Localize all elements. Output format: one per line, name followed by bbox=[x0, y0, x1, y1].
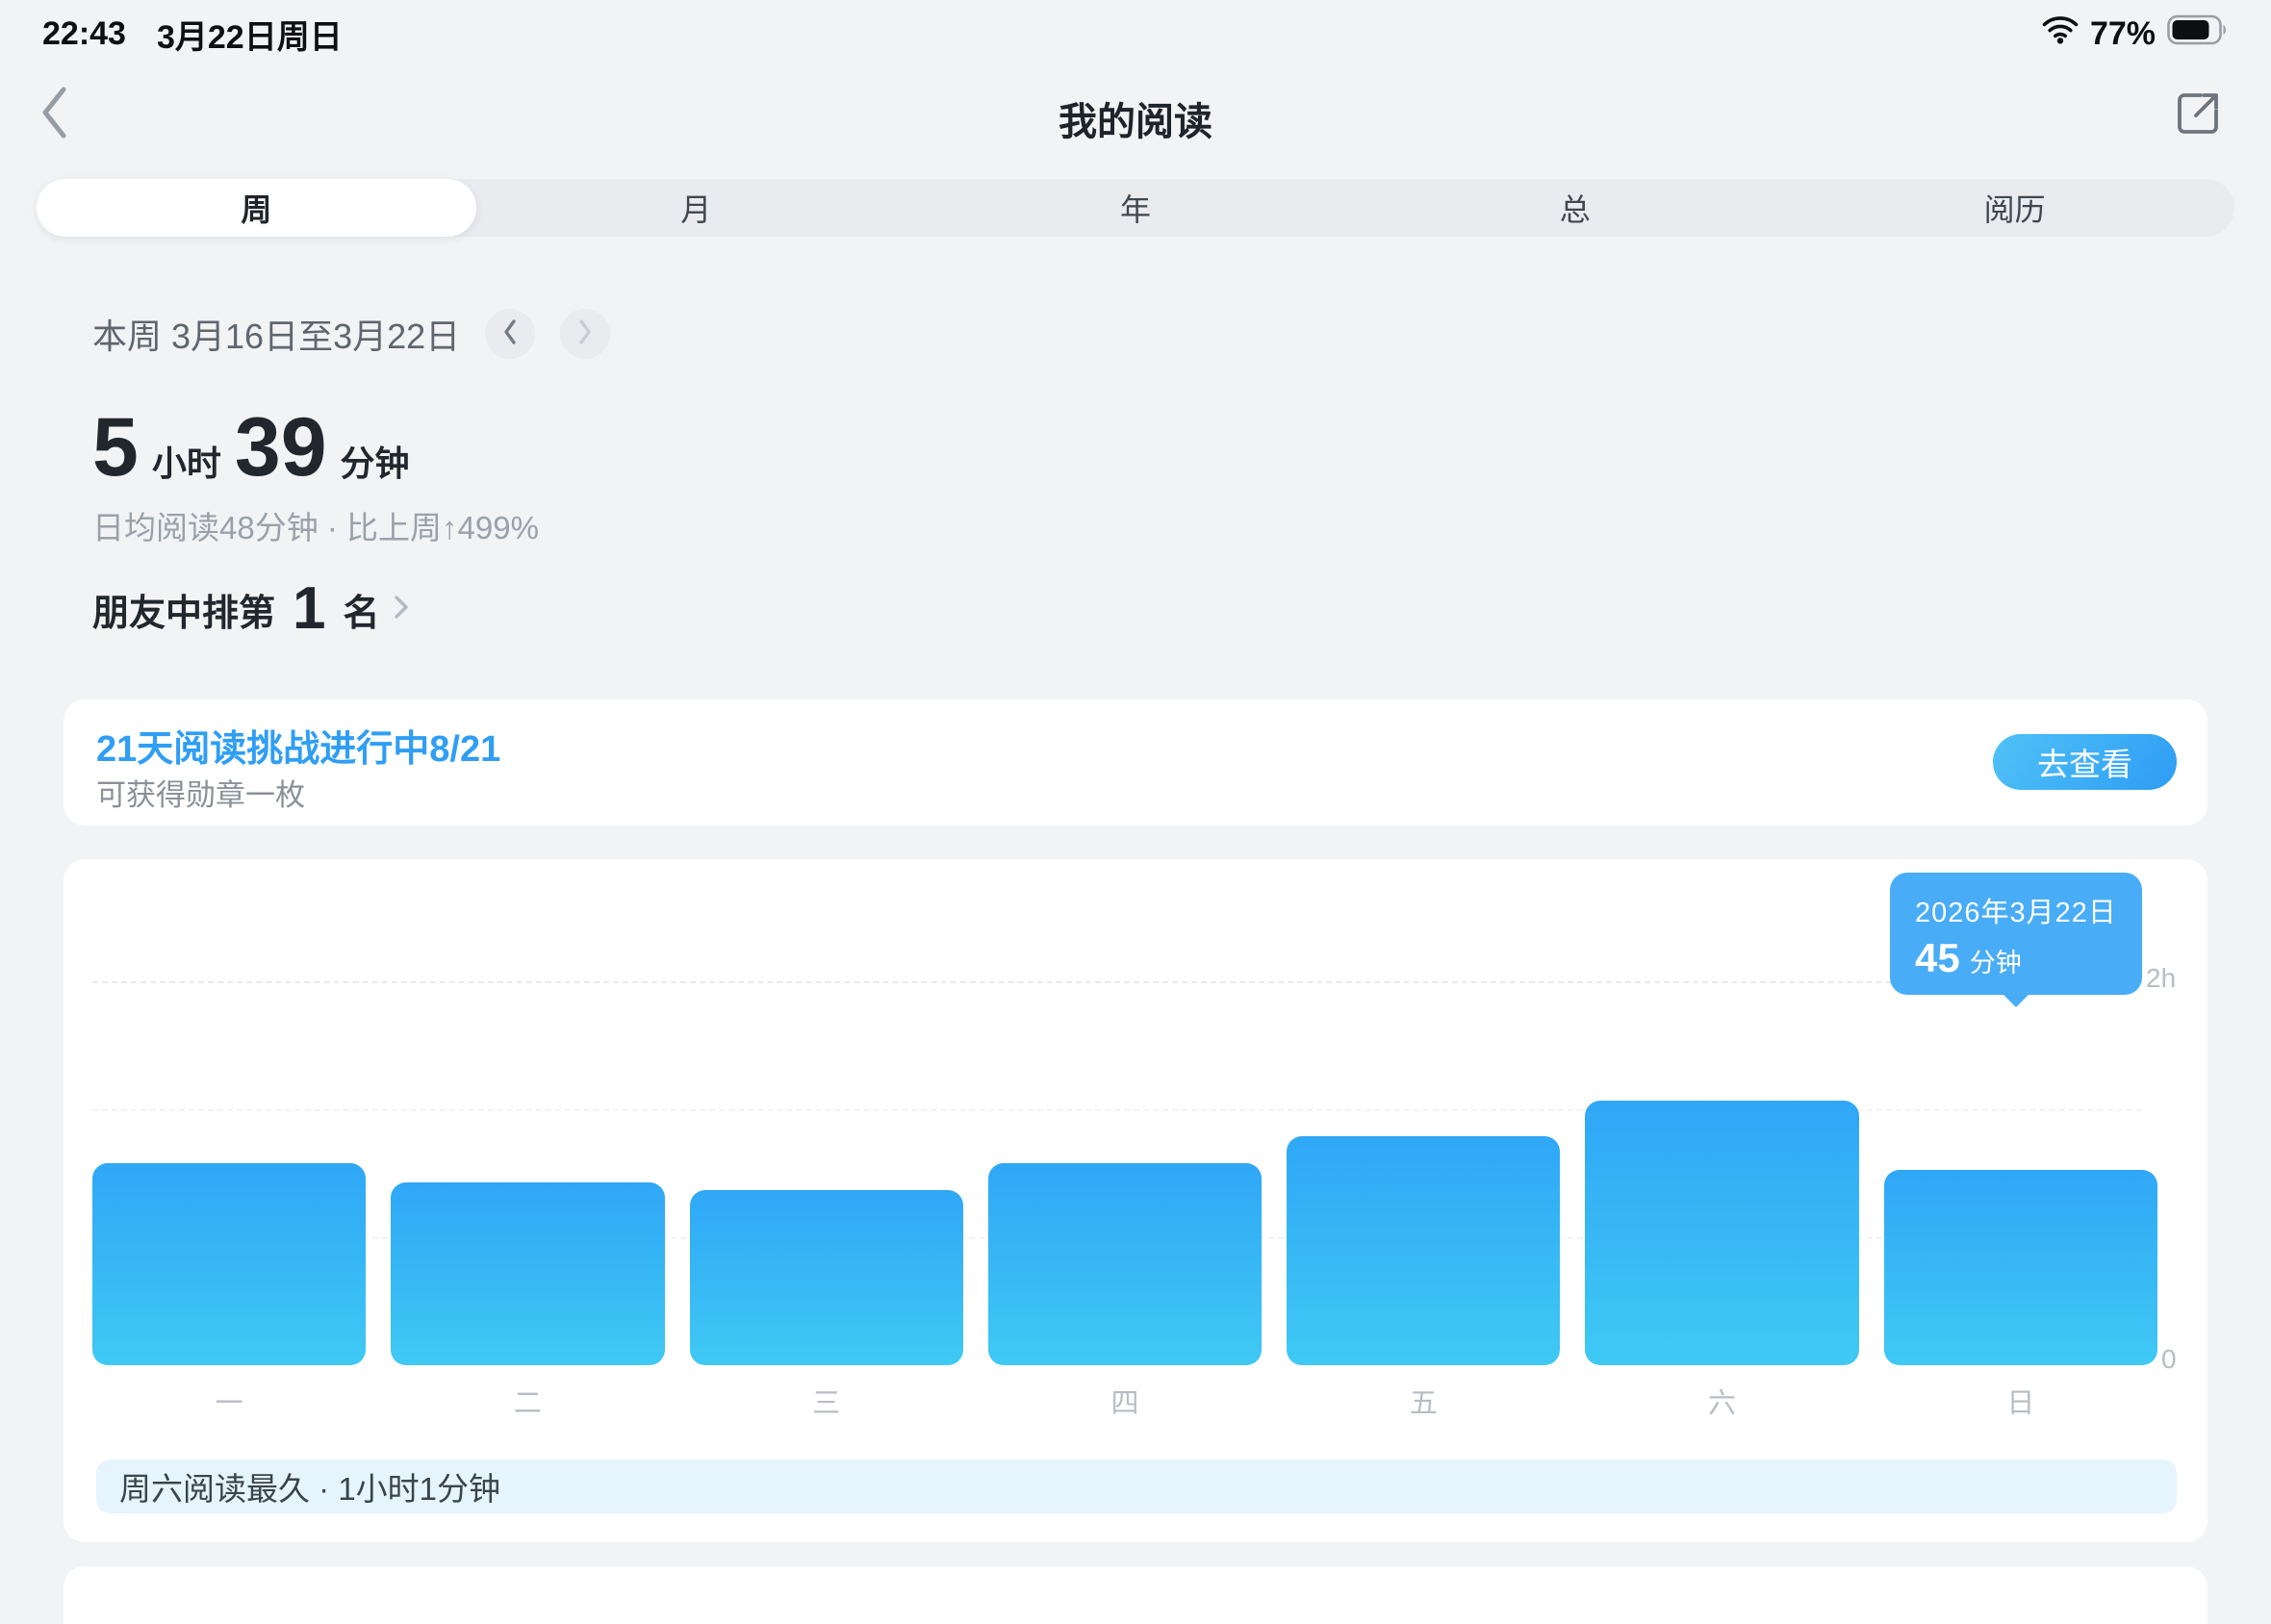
tab-bar: 周月年总阅历 bbox=[37, 179, 2234, 237]
challenge-title: 21天阅读挑战进行中8/21 bbox=[96, 719, 500, 772]
chart-day-label: 日 bbox=[1884, 1381, 2157, 1421]
view-button-label: 去查看 bbox=[2037, 739, 2132, 785]
tooltip-unit: 分钟 bbox=[1970, 942, 2022, 979]
chart-footnote: 周六阅读最久 · 1小时1分钟 bbox=[96, 1459, 2177, 1513]
rank-prefix: 朋友中排第 bbox=[92, 583, 275, 636]
chart-day-label: 二 bbox=[391, 1381, 664, 1421]
tab-year[interactable]: 年 bbox=[916, 179, 1356, 237]
chart-bar-二[interactable] bbox=[391, 1182, 664, 1365]
chart-bar-column bbox=[391, 859, 664, 1365]
hours-unit: 小时 bbox=[152, 436, 221, 486]
tab-history[interactable]: 阅历 bbox=[1795, 179, 2234, 237]
chevron-right-icon bbox=[392, 592, 411, 627]
tab-week[interactable]: 周 bbox=[37, 179, 476, 237]
chart-day-label: 一 bbox=[92, 1381, 366, 1421]
minutes-unit: 分钟 bbox=[341, 436, 410, 486]
chart-labels: 一二三四五六日 bbox=[92, 1381, 2157, 1421]
chart-bar-column bbox=[690, 859, 963, 1365]
chart-bar-column bbox=[1585, 859, 1858, 1365]
page-title: 我的阅读 bbox=[0, 90, 2271, 146]
next-week-button[interactable] bbox=[560, 309, 610, 359]
chart-bar-column bbox=[92, 859, 366, 1365]
chart-tooltip: 2026年3月22日 45 分钟 bbox=[1890, 873, 2142, 995]
tab-total[interactable]: 总 bbox=[1355, 179, 1795, 237]
week-range-label: 本周 3月16日至3月22日 bbox=[92, 309, 460, 359]
y-axis-zero-label: 0 bbox=[2161, 1344, 2177, 1375]
rank-suffix: 名 bbox=[344, 583, 380, 636]
tooltip-value: 45 bbox=[1915, 938, 1960, 978]
share-button[interactable] bbox=[2169, 87, 2227, 144]
hours-value: 5 bbox=[92, 404, 139, 491]
minutes-value: 39 bbox=[235, 404, 327, 491]
reading-summary: 5 小时 39 分钟 日均阅读48分钟 · 比上周↑499% bbox=[92, 404, 539, 548]
chart-bar-六[interactable] bbox=[1585, 1101, 1858, 1365]
prev-week-button[interactable] bbox=[485, 309, 535, 359]
tab-month[interactable]: 月 bbox=[476, 179, 916, 237]
footnote-text: 周六阅读最久 · 1小时1分钟 bbox=[119, 1463, 500, 1510]
tooltip-date: 2026年3月22日 bbox=[1915, 890, 2117, 930]
chart-day-label: 四 bbox=[988, 1381, 1262, 1421]
chart-bar-column bbox=[1287, 859, 1560, 1365]
chart-bar-四[interactable] bbox=[988, 1163, 1262, 1365]
chart-day-label: 五 bbox=[1287, 1381, 1560, 1421]
status-bar: 22:43 3月22日周日 77% bbox=[0, 0, 2271, 58]
header: 我的阅读 bbox=[0, 60, 2271, 164]
battery-percent: 77% bbox=[2090, 15, 2156, 53]
chart-day-label: 六 bbox=[1585, 1381, 1858, 1421]
chevron-left-icon bbox=[500, 317, 520, 352]
wifi-icon bbox=[2042, 15, 2079, 53]
chart-bar-日[interactable] bbox=[1884, 1170, 2157, 1365]
chart-bar-column bbox=[988, 859, 1262, 1365]
status-date: 3月22日周日 bbox=[157, 11, 343, 58]
rank-value: 1 bbox=[293, 579, 325, 639]
weekly-chart-card: 2h 0 一二三四五六日 2026年3月22日 45 分钟 周六阅读最久 · 1… bbox=[64, 859, 2207, 1542]
chart-day-label: 三 bbox=[690, 1381, 963, 1421]
chart-bar-五[interactable] bbox=[1287, 1136, 1560, 1365]
chart-bar-一[interactable] bbox=[92, 1163, 366, 1365]
challenge-card: 21天阅读挑战进行中8/21 可获得勋章一枚 去查看 bbox=[64, 699, 2207, 825]
week-nav: 本周 3月16日至3月22日 bbox=[92, 304, 610, 364]
chevron-right-icon bbox=[575, 317, 595, 352]
total-reading-time: 5 小时 39 分钟 bbox=[92, 404, 539, 491]
share-icon bbox=[2171, 87, 2225, 145]
battery-icon bbox=[2167, 14, 2229, 54]
chart-bar-三[interactable] bbox=[690, 1190, 963, 1365]
challenge-view-button[interactable]: 去查看 bbox=[1993, 734, 2177, 790]
friends-rank-row[interactable]: 朋友中排第 1 名 bbox=[92, 575, 411, 643]
chart-bars bbox=[92, 859, 2157, 1365]
status-time: 22:43 bbox=[42, 15, 126, 53]
challenge-subtitle: 可获得勋章一枚 bbox=[96, 771, 305, 814]
summary-subtext: 日均阅读48分钟 · 比上周↑499% bbox=[92, 502, 539, 548]
next-card-partial bbox=[64, 1566, 2207, 1624]
